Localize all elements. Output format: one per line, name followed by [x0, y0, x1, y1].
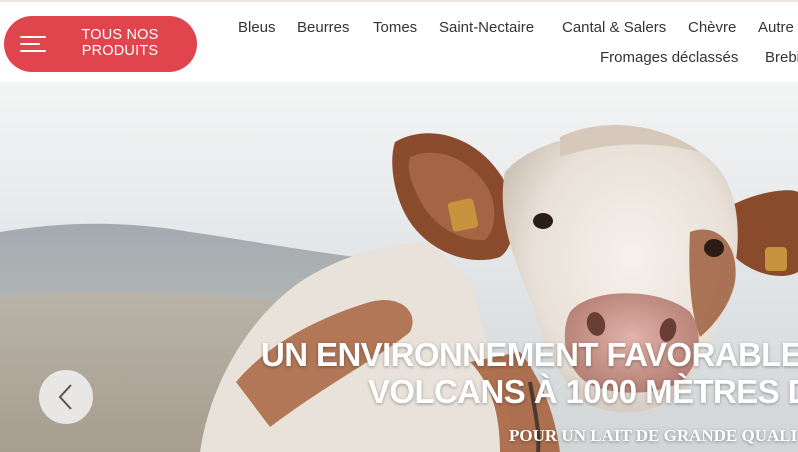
site-header: TOUS NOS PRODUITS Bleus Beurres Tomes Sa… [0, 0, 798, 82]
nav-item-tomes[interactable]: Tomes [373, 19, 417, 36]
nav-item-autre[interactable]: Autre [758, 19, 794, 36]
nav-item-bleus[interactable]: Bleus [238, 19, 276, 36]
nav-item-saint-nectaire[interactable]: Saint-Nectaire [439, 19, 534, 36]
nav-item-cantal-salers[interactable]: Cantal & Salers [562, 19, 666, 36]
slider-prev-button[interactable] [39, 370, 93, 424]
nav-item-brebis[interactable]: Brebi [765, 49, 798, 66]
nav-item-fromages-declasses[interactable]: Fromages déclassés [600, 49, 738, 66]
page: TOUS NOS PRODUITS Bleus Beurres Tomes Sa… [0, 0, 798, 452]
hero-title-line1: UN ENVIRONNEMENT FAVORABLE [261, 336, 798, 373]
chevron-left-icon [58, 384, 72, 410]
main-nav: Bleus Beurres Tomes Saint-Nectaire Canta… [0, 2, 798, 84]
nav-item-chevre[interactable]: Chèvre [688, 19, 736, 36]
hero-slider: UN ENVIRONNEMENT FAVORABLE VOLCANS À 100… [0, 82, 798, 452]
hero-title-line2: VOLCANS À 1000 MÈTRES D [368, 373, 798, 410]
hero-subtitle: POUR UN LAIT DE GRANDE QUALI [509, 426, 798, 445]
nav-item-beurres[interactable]: Beurres [297, 19, 350, 36]
